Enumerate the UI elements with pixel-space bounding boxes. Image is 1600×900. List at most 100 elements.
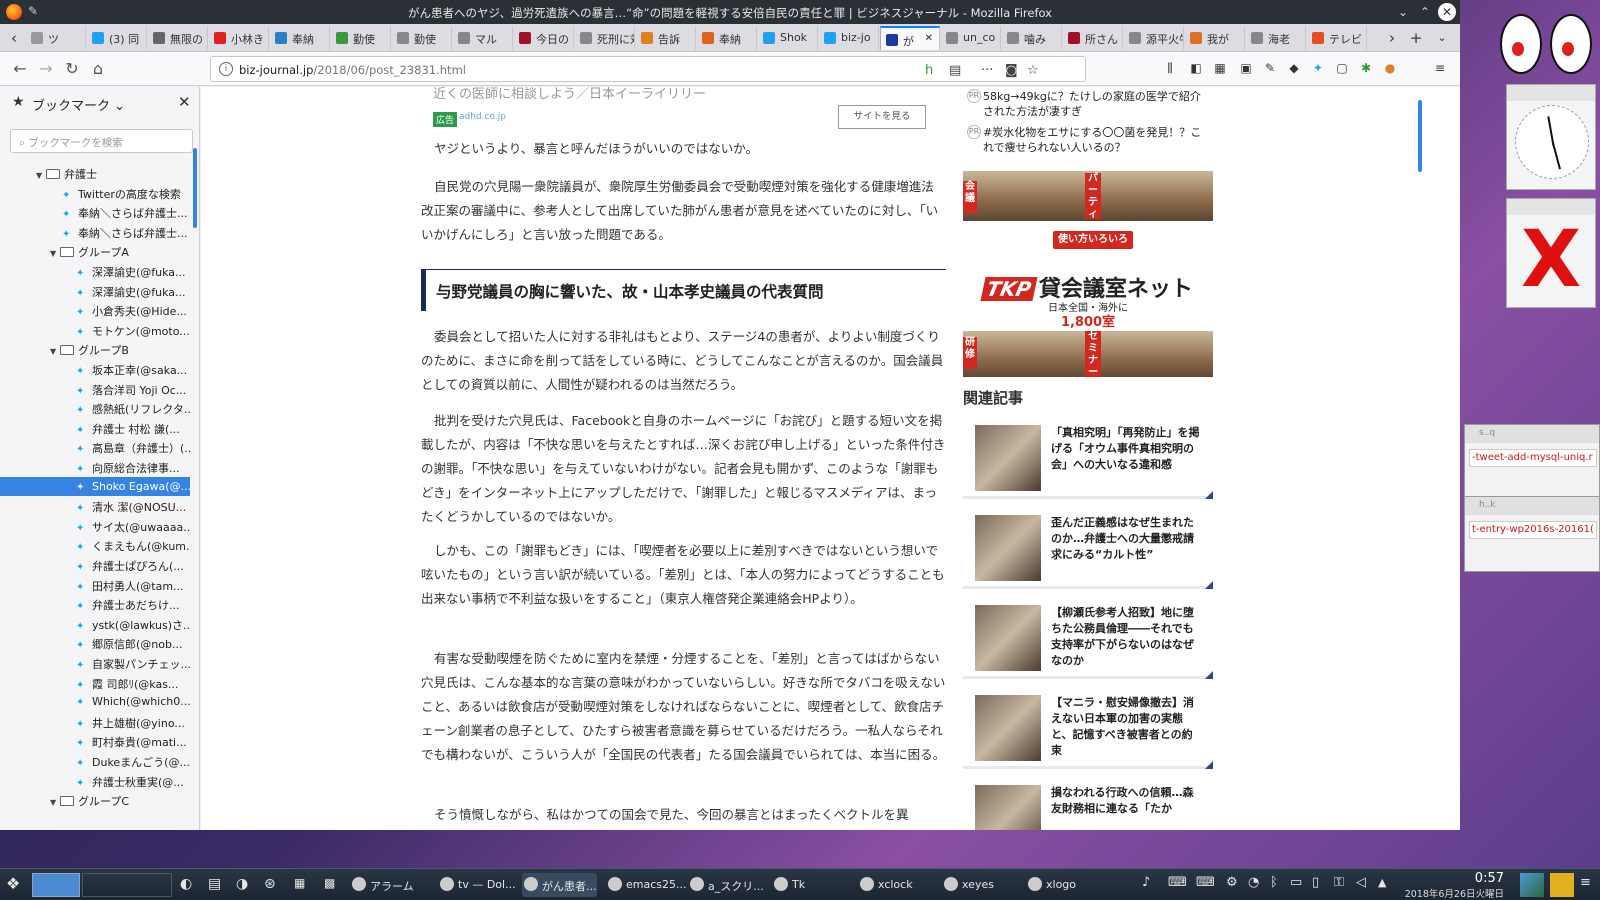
bookmark-item[interactable]: ✦ Which(@which0... [0,692,190,711]
page-actions-icon[interactable]: ··· [981,63,993,78]
pr-item-1[interactable]: PR 58kg→49kgに？たけしの家庭の医学で紹介された方法が凄すぎ [967,89,1208,119]
terminal-window-1[interactable]: s..q -tweet-add-mysql-uniq.r [1464,424,1600,500]
related-article-thumbnail[interactable] [975,515,1041,581]
tab-4[interactable]: 奉納 [270,26,330,50]
tab-17[interactable]: 所さん [1063,26,1123,50]
bookmark-item[interactable]: ✦ 向原総合法律事... [0,457,190,476]
close-sidebar-icon[interactable]: ✕ [178,93,191,111]
reload-button[interactable]: ↻ [62,59,82,79]
bookmark-item[interactable]: ✦ くまえもん(@kum... [0,535,190,554]
tray-icon-8[interactable]: ▯ [1312,875,1319,890]
tab-12[interactable]: Shok [758,26,818,50]
tab-2[interactable]: 無限の [148,26,208,50]
bookmark-star-icon[interactable]: ☆ [1027,63,1039,78]
bookmark-item[interactable]: ✦ 落合洋司 Yoji Oc... [0,379,190,398]
terminal-window-2[interactable]: h..k t-entry-wp2016s-20161( [1464,496,1600,572]
ad-domain[interactable]: adhd.co.jp [459,112,506,122]
lock-icon[interactable]: ⚿ [1334,875,1344,890]
toolbar-icon-4[interactable]: ▢ [1334,60,1350,76]
related-article-title[interactable]: 「真相究明」「再発防止」を掲げる「オウム事件真相究明の会」への大いなる違和感 [1051,425,1203,473]
tab-6[interactable]: 勤使 [392,26,452,50]
tray-icon-4[interactable]: ⚙ [1226,875,1238,890]
pager-desktop-2[interactable] [82,873,172,897]
bookmark-item[interactable]: ✦ 感熱紙(リフレクタ... [0,398,190,417]
pr-item-2[interactable]: PR #炭水化物をエサにする〇〇菌を発見！？これで痩せられない人いるの？ [967,125,1208,155]
tab-20[interactable]: 海老 [1246,26,1306,50]
url-text[interactable]: biz-journal.jp/2018/06/post_23831.html [239,63,466,77]
tray-icon-5[interactable]: ◔ [1248,875,1259,890]
tab-15[interactable]: un_co [941,26,1001,50]
related-article-title[interactable]: 歪んだ正義感はなぜ生まれたのか…弁護士への大量懲戒請求にみる“カルト性” [1051,515,1203,563]
sidebar-scrollbar[interactable] [193,148,197,228]
bookmark-item[interactable]: ✦ 深澤諭史(@fuka... [0,281,190,300]
reader-view-icon[interactable]: ▤ [949,63,961,78]
bookmark-item[interactable]: ✦ 弁護士 村松 謙(... [0,418,190,437]
related-article-thumbnail[interactable] [975,425,1041,491]
expand-arrow-icon[interactable]: ▼ [50,347,60,356]
launcher-icon-6[interactable]: ▩ [324,876,335,890]
launcher-icon-5[interactable]: ▦ [294,876,305,890]
bookmark-folder[interactable]: ▼ グループB [0,339,190,358]
toolbar-icon-3[interactable]: ◆ [1286,60,1302,76]
tab-3[interactable]: 小林き [209,26,269,50]
tab-14[interactable]: が ✕ [880,26,940,50]
back-button[interactable]: ← [10,59,30,79]
bookmark-folder[interactable]: ▼ グループC [0,790,190,809]
bookmark-item[interactable]: ✦ 自家製パンチェッ... [0,653,190,672]
home-button[interactable]: ⌂ [88,59,108,79]
tray-icon-3[interactable]: ⌨ [1196,875,1215,890]
bookmark-folder[interactable]: ▼ グループA [0,241,190,260]
taskbar-item[interactable]: emacs25... [606,873,687,897]
toolbar-icon-5[interactable]: ✱ [1358,60,1374,76]
twitter-icon[interactable]: ✦ [1310,60,1326,76]
volume-icon[interactable]: ◁ [1356,875,1366,890]
taskbar-item[interactable]: tv — Dol... [438,873,516,897]
related-article-card[interactable]: 「真相究明」「再発防止」を掲げる「オウム事件真相究明の会」への大いなる違和感 [963,413,1213,499]
launcher-icon-1[interactable]: ◐ [180,876,192,892]
bluetooth-icon[interactable]: ᛒ [1270,875,1278,890]
tab-10[interactable]: 告訴 [636,26,696,50]
url-bar[interactable]: i biz-journal.jp/2018/06/post_23831.html… [210,56,1086,82]
launcher-icon-3[interactable]: ◑ [236,876,248,892]
bookmark-item[interactable]: ✦ Shoko Egawa(@... [0,476,190,496]
forward-button[interactable]: → [36,59,56,79]
bookmark-item[interactable]: ✦ 高島章（弁護士）(... [0,437,190,456]
bookmark-item[interactable]: ✦ 霞 司郎ﾘ(@kas... [0,673,190,692]
toolbar-icon-6[interactable]: ● [1382,60,1398,76]
bookmark-item[interactable]: ✦ サイ太(@uwaaaa... [0,516,190,535]
bookmark-item[interactable]: ✦ 町村泰貴(@mati... [0,731,190,750]
bookmark-item[interactable]: ✦ Twitterの高度な検索 [0,183,190,202]
list-all-tabs-icon[interactable]: ⌄ [1432,28,1452,48]
tray-notes-icon[interactable] [1550,873,1574,897]
bookmark-item[interactable]: ✦ 奉納＼さらば弁護士... [0,222,190,241]
new-tab-button[interactable]: + [1406,28,1426,48]
related-article-title[interactable]: 【柳瀬氏参考人招致】地に堕ちた公務員倫理――それでも支持率が下がらないのはなぜな… [1051,605,1203,669]
scroll-tabs-right-icon[interactable]: › [1382,28,1402,48]
site-info-icon[interactable]: i [219,62,233,76]
launcher-icon-4[interactable]: ⊛ [264,876,276,892]
related-article-card[interactable]: 【柳瀬氏参考人招致】地に堕ちた公務員倫理――それでも支持率が下がらないのはなぜな… [963,593,1213,679]
pocket-icon[interactable]: ◙ [1005,63,1018,78]
hamburger-menu-icon[interactable]: ≡ [1432,60,1448,76]
library-icon[interactable]: ⫼ [1162,60,1178,76]
taskbar-item[interactable]: Tk [772,873,805,897]
edit-icon[interactable]: ✎ [1262,60,1278,76]
tab-11[interactable]: 奉納 [697,26,757,50]
taskbar-clock[interactable]: 0:57 2018年6月26日火曜日 [1400,871,1504,900]
tab-8[interactable]: 今日の [514,26,574,50]
bookmark-item[interactable]: ✦ 弁護士あだちけ... [0,594,190,613]
maximize-icon[interactable]: ⌃ [1416,3,1434,21]
related-article-title[interactable]: 損なわれる行政への信頼…森友財務相に連なる「たか [1051,785,1203,817]
close-window-button[interactable]: ✕ [1438,3,1456,21]
bookmark-item[interactable]: ✦ Dukeまんごう(@... [0,751,190,770]
taskbar-item[interactable]: a_スクリ... [688,873,764,897]
tray-icon-7[interactable]: ▭ [1290,875,1302,890]
bookmark-item[interactable]: ✦ ystk(@lawkus)さ... [0,614,190,633]
tab-5[interactable]: 勤使 [331,26,391,50]
bookmark-item[interactable]: ✦ 深澤諭史(@fuka... [0,261,190,280]
taskbar-item[interactable]: アラーム [350,873,414,897]
bookmark-item[interactable]: ✦ 弁護士秋重実(@... [0,771,190,790]
related-article-card[interactable]: 【マニラ・慰安婦像撤去】消えない日本軍の加害の実態と、記憶すべき被害者との約束 [963,683,1213,769]
tab-21[interactable]: テレビ [1307,26,1367,50]
ad-line[interactable]: 近くの医師に相談しよう／日本イーライリリー [433,87,706,102]
